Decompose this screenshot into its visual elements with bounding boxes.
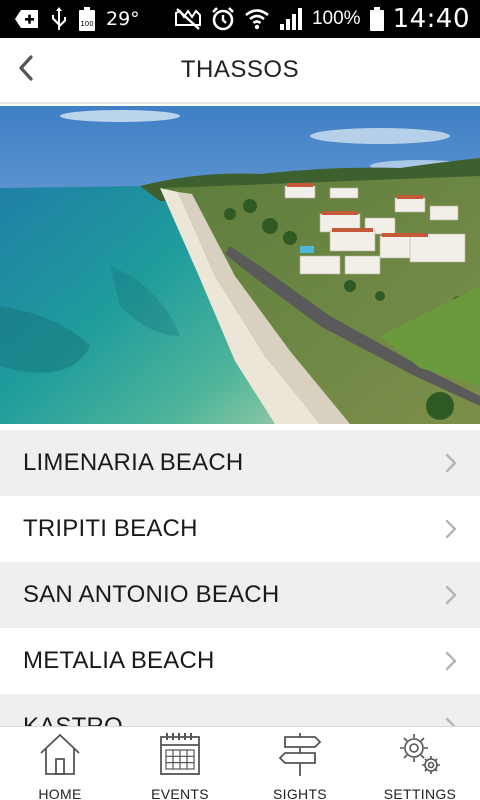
battery-small-icon: 100 — [78, 6, 96, 32]
battery-percent: 100% — [311, 8, 361, 29]
list-item[interactable]: TRIPITI BEACH — [0, 496, 480, 562]
nav-events-label: EVENTS — [151, 786, 209, 800]
back-button[interactable] — [8, 52, 44, 88]
page-title: THASSOS — [180, 56, 300, 83]
nav-home[interactable]: HOME — [0, 727, 120, 800]
chevron-right-icon — [444, 584, 458, 606]
mute-vibrate-icon — [174, 7, 202, 31]
list-item[interactable]: METALIA BEACH — [0, 628, 480, 694]
usb-icon — [50, 6, 68, 32]
signpost-icon — [277, 731, 323, 782]
hero-image — [0, 106, 480, 424]
calendar-icon — [157, 731, 203, 782]
battery-icon — [369, 6, 385, 32]
clock: 14:40 — [392, 4, 470, 34]
list-item-label: TRIPITI BEACH — [23, 515, 198, 542]
nav-sights[interactable]: SIGHTS — [240, 727, 360, 800]
nav-home-label: HOME — [38, 786, 82, 800]
battery-badge-text: 100 — [80, 20, 93, 28]
list-item-label: SAN ANTONIO BEACH — [23, 581, 280, 608]
wifi-icon — [244, 6, 270, 32]
app-header: THASSOS — [0, 38, 480, 104]
alarm-icon — [210, 6, 236, 32]
status-bar: 100 29° 100% 14:40 — [0, 0, 480, 38]
list-item-label: KASTRO — [23, 713, 444, 726]
signal-icon — [278, 6, 304, 32]
temperature: 29° — [106, 8, 140, 30]
beach-list: LIMENARIA BEACH TRIPITI BEACH SAN ANTONI… — [0, 430, 480, 726]
list-item[interactable]: KASTRO — [0, 694, 480, 726]
nav-sights-label: SIGHTS — [273, 786, 327, 800]
nav-settings-label: SETTINGS — [383, 786, 457, 800]
list-item-label: LIMENARIA BEACH — [23, 449, 244, 476]
add-notification-icon — [14, 8, 40, 30]
nav-settings[interactable]: SETTINGS — [360, 727, 480, 800]
list-item[interactable]: LIMENARIA BEACH — [0, 430, 480, 496]
gears-icon — [397, 731, 443, 782]
list-item-label: METALIA BEACH — [23, 647, 215, 674]
chevron-right-icon — [444, 518, 458, 540]
bottom-navigation: HOME EVENTS SIGHTS SETTINGS — [0, 726, 480, 800]
house-icon — [37, 731, 83, 782]
chevron-left-icon — [18, 54, 34, 86]
chevron-right-icon — [444, 650, 458, 672]
chevron-right-icon — [444, 452, 458, 474]
beach-photo — [0, 106, 480, 424]
chevron-right-icon — [444, 716, 458, 726]
nav-events[interactable]: EVENTS — [120, 727, 240, 800]
list-item[interactable]: SAN ANTONIO BEACH — [0, 562, 480, 628]
